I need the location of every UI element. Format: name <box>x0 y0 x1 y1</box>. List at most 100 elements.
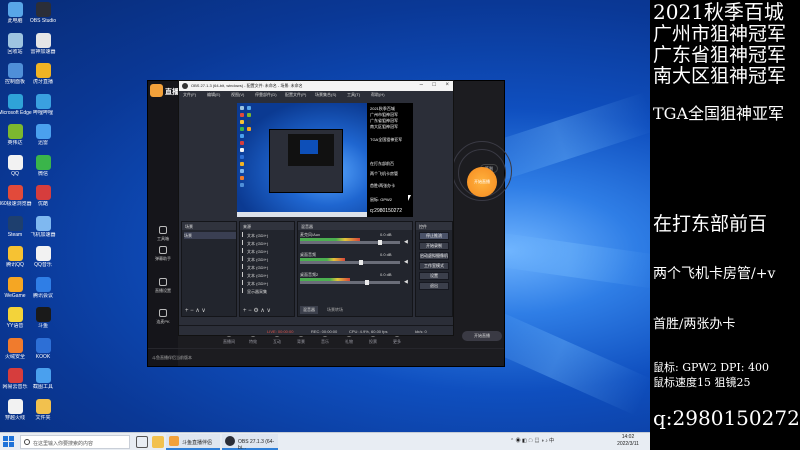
taskbar-search-input[interactable]: 在这里输入你要搜索的内容 <box>20 435 130 449</box>
mixer-channel[interactable]: 桌面音频 0.0 dB ◀ <box>300 252 412 266</box>
menu-tools[interactable]: 工具(T) <box>347 92 360 98</box>
tray-icons[interactable]: ⌃ ◉ ◧ ☁ ▤ ◑ ♪ 中 <box>510 437 554 444</box>
settings-icon <box>159 278 167 286</box>
source-row[interactable]: 文本 (GDI+) <box>242 232 294 239</box>
volume-slider[interactable] <box>300 281 400 284</box>
source-toolbar[interactable]: + − ⚙ ∧ ∨ <box>243 307 271 314</box>
desktop-icon[interactable]: OBS Studio <box>26 2 60 34</box>
file-explorer-icon[interactable] <box>152 436 164 448</box>
source-row[interactable]: 文本 (GDI+) <box>242 264 294 271</box>
desktop-icon[interactable]: 飞机加速器 <box>26 215 60 248</box>
overlay-line: TGA全国狙神亚军 <box>653 104 785 123</box>
minimize-icon[interactable]: – <box>420 82 423 88</box>
obs-docks: 场景 场景 + − ∧ ∨ 来源 文本 (GDI+) 文本 (GDI+) 文本 … <box>179 221 455 321</box>
volume-slider[interactable] <box>300 241 400 244</box>
desktop-icon[interactable]: 迅雷 <box>26 124 60 156</box>
obs-window[interactable]: OBS 27.1.3 (64-bit, windows) - 配置文件: 未命名… <box>178 80 454 336</box>
windows-start-icon[interactable] <box>3 436 15 448</box>
nested-preview <box>288 134 334 166</box>
speaker-icon[interactable]: ◀ <box>404 239 408 245</box>
source-row[interactable]: 文本 (GDI+) <box>242 240 294 247</box>
app-icon <box>35 32 51 48</box>
taskbar-app-streamer[interactable]: 斗鱼直播伴侣 <box>166 434 220 450</box>
desktop-icon[interactable]: 虎牙直播 <box>26 63 60 95</box>
clock-date: 2022/3/11 <box>617 441 639 447</box>
rec-status: REC: 00:00:00 <box>311 329 338 334</box>
cpu-status: CPU: 4.9%, 60.00 fps <box>349 329 388 334</box>
taskbar-app-label: 斗鱼直播伴侣 <box>182 440 213 446</box>
speaker-icon[interactable]: ◀ <box>404 279 408 285</box>
menu-docks[interactable]: 停靠部件(D) <box>255 92 277 98</box>
mixer-channel-level: 0.0 dB <box>380 232 392 237</box>
task-view-icon[interactable] <box>136 436 148 448</box>
desktop-icon-label: 雷神加速器 <box>30 48 56 55</box>
tab-mixer[interactable]: 混音器 <box>300 306 318 314</box>
source-row[interactable]: 文本 (GDI+) <box>242 256 294 263</box>
source-row[interactable]: 显示器采集 <box>242 288 294 295</box>
desktop-icon[interactable]: 斗鱼 <box>26 307 60 339</box>
source-row[interactable]: 文本 (GDI+) <box>242 248 294 255</box>
preview-icon <box>240 155 244 159</box>
preview-icon <box>240 120 244 124</box>
sidebar-item-toolbox[interactable]: 工具箱 <box>151 226 175 242</box>
streamer-right-panel: 签到 开始直播 <box>452 101 512 341</box>
preview-icon <box>247 127 251 131</box>
menu-profile[interactable]: 配置文件(P) <box>285 92 306 98</box>
volume-slider-handle[interactable] <box>359 260 363 265</box>
desktop-icon-label: 飞机加速器 <box>30 231 56 238</box>
menu-file[interactable]: 文件(F) <box>183 92 196 98</box>
volume-slider-handle[interactable] <box>378 240 382 245</box>
menu-edit[interactable]: 编辑(E) <box>207 92 220 98</box>
desktop-icon[interactable]: 微信 <box>26 154 60 187</box>
sidebar-item-settings[interactable]: 直播设置 <box>151 278 175 294</box>
preview-icon <box>240 148 244 152</box>
tab-transitions[interactable]: 场景转场 <box>324 306 346 314</box>
desktop-icon[interactable]: 雷神加速器 <box>26 32 60 65</box>
volume-slider[interactable] <box>300 261 400 264</box>
start-live-button[interactable]: 开始直播 <box>467 167 497 197</box>
close-icon[interactable]: × <box>445 82 449 88</box>
scene-item[interactable]: 场景 <box>184 232 236 239</box>
stop-streaming-button[interactable]: 停止推流 <box>419 232 449 240</box>
obs-preview[interactable]: 2021秋季百城 广州市狙神冠军 广东省狙神冠军 南大区狙神冠军 TGA全国狙神… <box>237 103 413 217</box>
desktop-icon[interactable]: 优酷 <box>26 185 60 217</box>
app-icon <box>7 32 23 48</box>
start-recording-button[interactable]: 开始录制 <box>419 242 449 250</box>
desktop-icon[interactable]: 腾讯会议 <box>26 276 60 309</box>
source-row[interactable]: 文本 (GDI+) <box>242 280 294 287</box>
volume-slider-handle[interactable] <box>365 280 369 285</box>
menu-view[interactable]: 视图(V) <box>231 92 244 98</box>
taskbar-app-obs[interactable]: OBS 27.1.3 (64-bi... <box>222 434 278 450</box>
app-icon <box>35 337 51 353</box>
preview-icon <box>240 141 244 145</box>
speaker-icon[interactable]: ◀ <box>404 259 408 265</box>
menu-scene-collection[interactable]: 场景集合(S) <box>315 92 336 98</box>
tool-label: 直播间 <box>223 339 235 344</box>
taskbar-clock[interactable]: 14:02 2022/3/11 <box>612 434 644 448</box>
virtual-camera-button[interactable]: 启动虚拟摄像机 <box>419 252 449 260</box>
live-status: LIVE: 00:00:00 <box>267 329 294 334</box>
maximize-icon[interactable]: □ <box>432 82 436 88</box>
desktop-icon[interactable]: 文件夹 <box>26 398 60 431</box>
mixer-channel[interactable]: 桌面音频2 0.0 dB ◀ <box>300 272 412 286</box>
desktop-icon[interactable]: QQ音乐 <box>26 246 60 278</box>
settings-button[interactable]: 设置 <box>419 272 449 280</box>
scene-toolbar[interactable]: + − ∧ ∨ <box>185 307 206 314</box>
text-source-icon <box>242 240 245 245</box>
exit-button[interactable]: 退出 <box>419 282 449 290</box>
sources-header: 来源 <box>240 222 294 230</box>
sidebar-item-pk[interactable]: 连麦PK <box>151 309 175 325</box>
source-row[interactable]: 文本 (GDI+) <box>242 272 294 279</box>
go-live-pill[interactable]: 开始直播 <box>462 331 502 341</box>
overlay-line: 两个飞机卡房管/+v <box>653 266 776 282</box>
toolbox-icon <box>159 226 167 234</box>
menu-help[interactable]: 帮助(H) <box>371 92 385 98</box>
desktop-icon[interactable]: 哔哩哔哩 <box>26 93 60 126</box>
desktop-icon[interactable]: KOOK <box>26 337 60 370</box>
sidebar-item-danmaku[interactable]: 弹幕助手 <box>151 246 175 262</box>
mixer-channel[interactable]: 麦克风/Aux 0.0 dB ◀ <box>300 232 412 246</box>
obs-titlebar[interactable]: OBS 27.1.3 (64-bit, windows) - 配置文件: 未命名… <box>179 81 453 91</box>
desktop-icon[interactable]: 截图工具 <box>26 368 60 400</box>
studio-mode-button[interactable]: 工作室模式 <box>419 262 449 270</box>
overlay-line: 鼠标: GPW2 DPI: 400 <box>653 361 769 374</box>
